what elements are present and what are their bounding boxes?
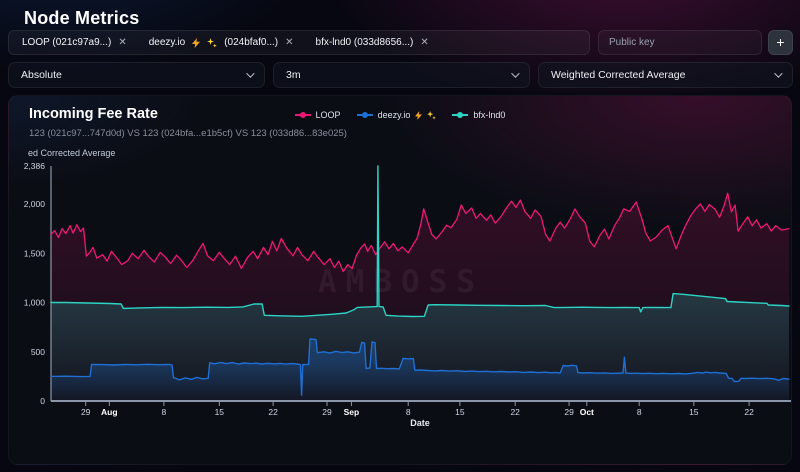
chevron-down-icon bbox=[511, 69, 519, 77]
svg-text:8: 8 bbox=[162, 407, 167, 417]
chip-bfx: bfx-lnd0 (033d8656...) ✕ bbox=[316, 37, 429, 48]
fee-rate-chart[interactable]: 0 500 1,000 1,500 2,000 2,386 29 Aug 8 15 22 29 Sep 8… bbox=[9, 96, 792, 465]
svg-text:Sep: Sep bbox=[344, 407, 360, 417]
chip-loop: LOOP (021c97a9...) ✕ bbox=[22, 37, 127, 48]
chip-label: bfx-lnd0 (033d8656...) bbox=[316, 37, 414, 48]
chip-label: LOOP (021c97a9...) bbox=[22, 37, 111, 48]
svg-text:15: 15 bbox=[455, 407, 465, 417]
x-axis-label: Date bbox=[51, 418, 789, 428]
svg-text:8: 8 bbox=[406, 407, 411, 417]
select-value: Absolute bbox=[21, 69, 62, 81]
chip-pubkey: (024bfaf0...) bbox=[224, 37, 278, 48]
svg-text:1,500: 1,500 bbox=[24, 248, 46, 258]
svg-text:500: 500 bbox=[31, 347, 45, 357]
close-icon[interactable]: ✕ bbox=[118, 38, 126, 48]
svg-text:Aug: Aug bbox=[101, 407, 118, 417]
close-icon[interactable]: ✕ bbox=[420, 38, 428, 48]
svg-text:29: 29 bbox=[322, 407, 332, 417]
svg-text:2,386: 2,386 bbox=[24, 161, 46, 171]
svg-text:Oct: Oct bbox=[580, 407, 594, 417]
chevron-down-icon bbox=[774, 69, 782, 77]
aggregation-select[interactable]: Weighted Corrected Average bbox=[538, 62, 793, 88]
select-value: 3m bbox=[286, 69, 301, 81]
time-range-select[interactable]: 3m bbox=[273, 62, 530, 88]
svg-text:29: 29 bbox=[81, 407, 91, 417]
select-value: Weighted Corrected Average bbox=[551, 69, 685, 81]
public-key-input[interactable] bbox=[598, 30, 762, 55]
svg-text:15: 15 bbox=[689, 407, 699, 417]
metric-mode-select[interactable]: Absolute bbox=[8, 62, 265, 88]
svg-text:8: 8 bbox=[637, 407, 642, 417]
bolt-icon bbox=[192, 38, 200, 48]
close-icon[interactable]: ✕ bbox=[285, 38, 293, 48]
svg-text:2,000: 2,000 bbox=[24, 199, 46, 209]
node-chips-input[interactable]: LOOP (021c97a9...) ✕ deezy.io (024bfaf0.… bbox=[8, 30, 590, 55]
chevron-down-icon bbox=[246, 69, 254, 77]
chart-panel: Incoming Fee Rate 123 (021c97...747d0d) … bbox=[8, 95, 792, 465]
page-title: Node Metrics bbox=[24, 8, 139, 29]
sparkles-icon bbox=[207, 38, 217, 48]
chip-deezy: deezy.io (024bfaf0...) ✕ bbox=[149, 37, 294, 48]
svg-text:29: 29 bbox=[564, 407, 574, 417]
chip-label: deezy.io bbox=[149, 37, 186, 48]
svg-text:15: 15 bbox=[215, 407, 225, 417]
add-node-button[interactable]: + bbox=[768, 30, 793, 55]
svg-text:22: 22 bbox=[510, 407, 520, 417]
svg-text:22: 22 bbox=[268, 407, 278, 417]
svg-text:0: 0 bbox=[40, 396, 45, 406]
svg-text:22: 22 bbox=[744, 407, 754, 417]
svg-text:1,000: 1,000 bbox=[24, 298, 46, 308]
